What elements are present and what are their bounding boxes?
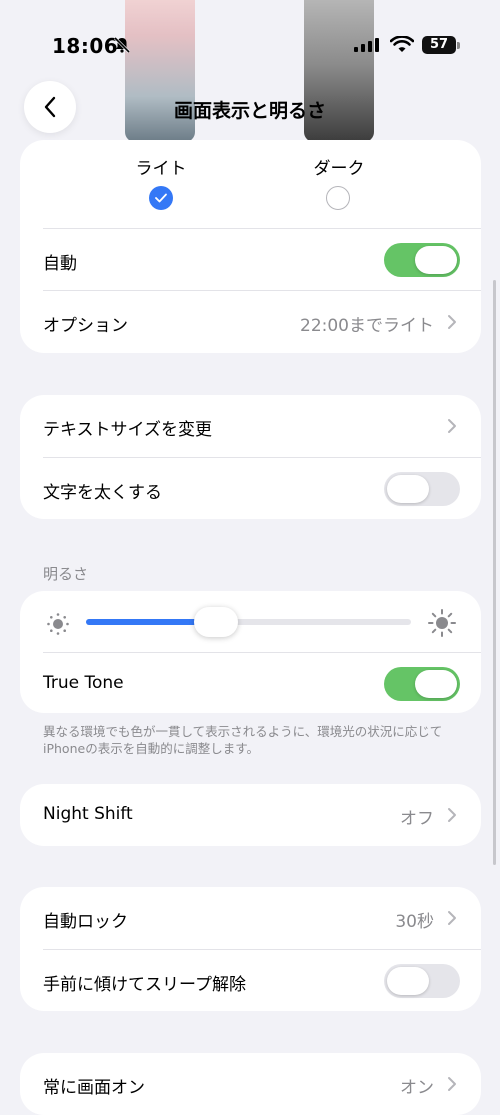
brightness-section-header: 明るさ xyxy=(43,565,89,583)
auto-lock-label: 自動ロック xyxy=(43,912,128,932)
chevron-right-icon xyxy=(448,315,456,329)
wifi-icon xyxy=(390,36,414,52)
divider xyxy=(43,457,481,458)
chevron-right-icon xyxy=(448,1077,456,1091)
page-title: 画面表示と明るさ xyxy=(173,100,326,122)
scrollbar[interactable] xyxy=(493,280,496,865)
true-tone-description: 異なる環境でも色が一貫して表示されるように、環境光の状況に応じてiPhoneの表… xyxy=(43,724,443,756)
raise-to-wake-toggle[interactable] xyxy=(384,964,460,998)
divider xyxy=(43,949,481,950)
true-tone-toggle[interactable] xyxy=(384,667,460,701)
battery-nub-icon xyxy=(457,42,460,49)
true-tone-label: True Tone xyxy=(43,673,124,693)
divider xyxy=(43,228,481,229)
appearance-option-light-label: ライト xyxy=(135,159,187,179)
bold-text-toggle[interactable] xyxy=(384,472,460,506)
auto-appearance-label: 自動 xyxy=(43,254,77,274)
dark-mode-radio[interactable] xyxy=(326,186,350,210)
auto-lock-value: 30秒 xyxy=(395,912,434,932)
divider xyxy=(43,652,481,653)
light-mode-radio[interactable] xyxy=(149,186,173,210)
text-size-label: テキストサイズを変更 xyxy=(43,420,212,440)
appearance-option-dark-label: ダーク xyxy=(313,159,365,179)
chevron-right-icon xyxy=(448,808,456,822)
night-shift-value: オフ xyxy=(400,809,434,829)
raise-to-wake-label: 手前に傾けてスリープ解除 xyxy=(43,975,246,995)
appearance-options-label: オプション xyxy=(43,316,128,336)
chevron-right-icon xyxy=(448,419,456,433)
chevron-right-icon xyxy=(448,911,456,925)
brightness-high-icon xyxy=(428,609,456,637)
bold-text-label: 文字を太くする xyxy=(43,483,162,503)
silent-bell-icon xyxy=(113,36,131,54)
status-time: 18:06 xyxy=(52,34,119,58)
brightness-low-icon xyxy=(47,613,69,635)
battery-level: 57 xyxy=(422,36,456,54)
checkmark-icon xyxy=(155,193,167,203)
brightness-slider-thumb[interactable] xyxy=(194,607,238,637)
cellular-signal-icon xyxy=(354,38,379,52)
appearance-options-value: 22:00までライト xyxy=(300,316,434,336)
night-shift-label: Night Shift xyxy=(43,804,133,824)
auto-appearance-toggle[interactable] xyxy=(384,243,460,277)
